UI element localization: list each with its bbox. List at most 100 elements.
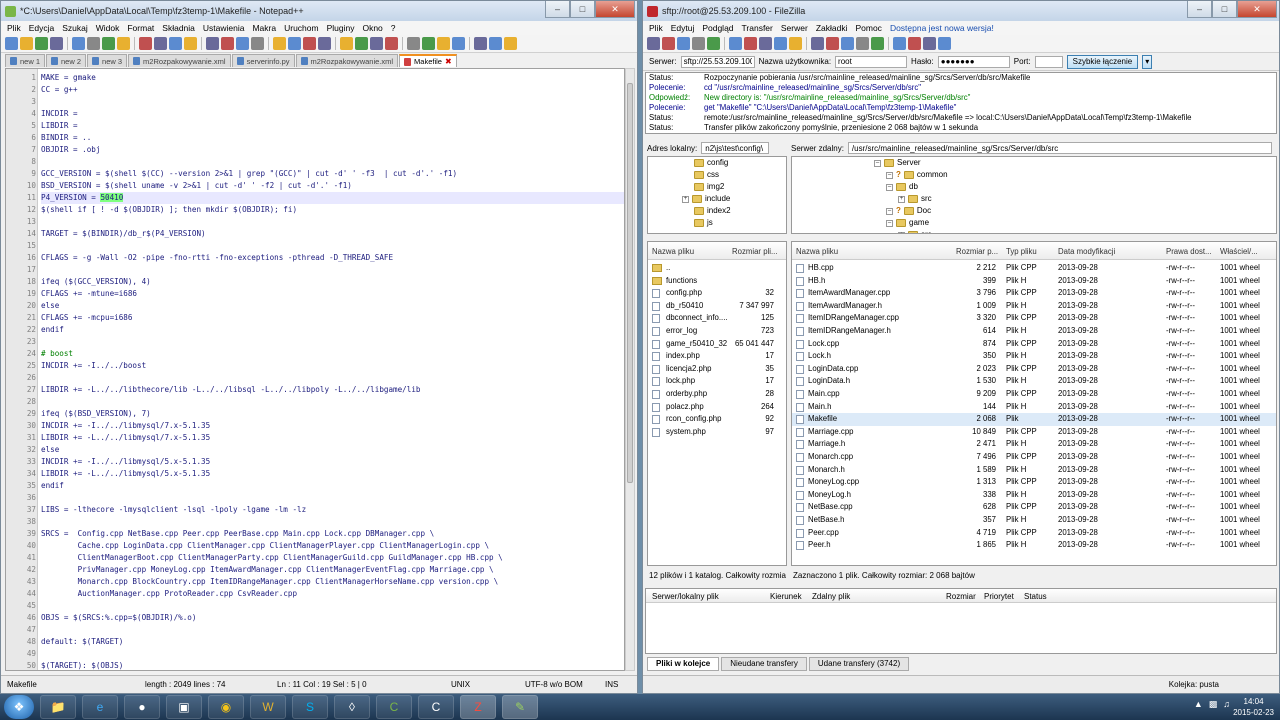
file-row[interactable]: Lock.cpp 874 Plik CPP 2013-09-28 -rw-r--r-- 1… bbox=[792, 338, 1276, 351]
transfer-queue[interactable]: Serwer/lokalny plik Kierunek Zdalny plik Ro… bbox=[645, 588, 1277, 654]
toolbar-button-icon[interactable] bbox=[908, 37, 921, 50]
tree-folder[interactable]: css bbox=[682, 169, 719, 181]
toolbar-button-icon[interactable] bbox=[236, 37, 249, 50]
code-line[interactable]: INCDIR += -I../../libmysql/7.x-5.1.35 bbox=[41, 420, 624, 432]
editor-vertical-scrollbar[interactable] bbox=[625, 68, 635, 671]
toolbar-button-icon[interactable] bbox=[789, 37, 802, 50]
file-row[interactable]: licencja2.php 35 bbox=[648, 363, 786, 376]
tree-folder[interactable]: –? common bbox=[886, 169, 948, 181]
file-row[interactable]: Lock.h 350 Plik H 2013-09-28 -rw-r--r-- 1001 … bbox=[792, 350, 1276, 363]
menu-item[interactable]: Zakładki bbox=[816, 23, 848, 33]
code-line[interactable]: Monarch.cpp BlockCountry.cpp ItemIDRange… bbox=[41, 576, 624, 588]
code-line[interactable] bbox=[41, 156, 624, 168]
code-line[interactable] bbox=[41, 600, 624, 612]
code-line[interactable]: INCDIR += -I../../libmysql/5.x-5.1.35 bbox=[41, 456, 624, 468]
toolbar-button-icon[interactable] bbox=[154, 37, 167, 50]
code-line[interactable]: CFLAGS += -mtune=i686 bbox=[41, 288, 624, 300]
toolbar-button-icon[interactable] bbox=[288, 37, 301, 50]
file-row[interactable]: db_r50410 7 347 997 bbox=[648, 300, 786, 313]
remote-file-list[interactable]: Nazwa pliku Rozmiar p... Typ pliku Data … bbox=[791, 241, 1277, 566]
tree-folder[interactable]: + src bbox=[898, 193, 932, 205]
col-filesize[interactable]: Rozmiar pli... bbox=[732, 247, 778, 256]
maximize-button[interactable]: □ bbox=[1212, 1, 1237, 18]
code-editor[interactable]: 1 2 3 4 5 6 7 8 9 10 11 12 13 14 15 16 17 18 19 20 21 22 23 24 2… bbox=[5, 68, 625, 671]
expand-icon[interactable]: – bbox=[886, 219, 893, 227]
code-line[interactable] bbox=[41, 240, 624, 252]
tree-folder[interactable]: config bbox=[682, 157, 728, 169]
code-line[interactable]: P4_VERSION = 50410 bbox=[41, 192, 624, 204]
tree-folder[interactable]: – db bbox=[886, 181, 918, 193]
queue-column[interactable]: Rozmiar bbox=[946, 592, 976, 601]
menu-item[interactable]: Pomoc bbox=[855, 23, 881, 33]
file-row[interactable]: lock.php 17 bbox=[648, 375, 786, 388]
col-filesize[interactable]: Rozmiar p... bbox=[956, 247, 998, 256]
code-line[interactable]: BINDIR = .. bbox=[41, 132, 624, 144]
toolbar-button-icon[interactable] bbox=[35, 37, 48, 50]
tree-folder[interactable]: –? Doc bbox=[886, 205, 931, 217]
notepadpp-taskbar-icon[interactable]: ✎ bbox=[502, 695, 538, 719]
message-log[interactable]: Status: Rozpoczynanie pobierania /usr/src… bbox=[645, 72, 1277, 134]
toolbar-button-icon[interactable] bbox=[184, 37, 197, 50]
expand-icon[interactable]: – bbox=[874, 159, 881, 167]
tree-folder[interactable]: img2 bbox=[682, 181, 724, 193]
file-row[interactable]: ItemIDRangeManager.h 614 Plik H 2013-09-28 -… bbox=[792, 325, 1276, 338]
toolbar-button-icon[interactable] bbox=[707, 37, 720, 50]
code-line[interactable] bbox=[41, 372, 624, 384]
code-line[interactable]: INCDIR += -I../../boost bbox=[41, 360, 624, 372]
code-line[interactable]: endif bbox=[41, 480, 624, 492]
file-row[interactable]: ItemAwardManager.h 1 009 Plik H 2013-09-28 -… bbox=[792, 300, 1276, 313]
toolbar-button-icon[interactable] bbox=[221, 37, 234, 50]
menu-item[interactable]: ? bbox=[391, 23, 396, 33]
code-line[interactable]: endif bbox=[41, 324, 624, 336]
col-filetype[interactable]: Typ pliku bbox=[1006, 247, 1037, 256]
code-line[interactable] bbox=[41, 624, 624, 636]
code-line[interactable]: ifeq ($(BSD_VERSION), 7) bbox=[41, 408, 624, 420]
minimize-button[interactable]: – bbox=[1187, 1, 1212, 18]
toolbar-button-icon[interactable] bbox=[370, 37, 383, 50]
file-row[interactable]: config.php 32 bbox=[648, 287, 786, 300]
file-row[interactable]: error_log 723 bbox=[648, 325, 786, 338]
file-row[interactable]: HB.cpp 2 212 Plik CPP 2013-09-28 -rw-r--r-- 1… bbox=[792, 262, 1276, 275]
toolbar-button-icon[interactable] bbox=[647, 37, 660, 50]
toolbar-button-icon[interactable] bbox=[811, 37, 824, 50]
toolbar-button-icon[interactable] bbox=[677, 37, 690, 50]
toolbar-button-icon[interactable] bbox=[826, 37, 839, 50]
notepad-titlebar[interactable]: *C:\Users\Daniel\AppData\Local\Temp\fz3t… bbox=[1, 1, 637, 21]
code-line[interactable]: default: $(TARGET) bbox=[41, 636, 624, 648]
start-button[interactable]: ❖ bbox=[4, 695, 34, 719]
file-tab[interactable]: m2Rozpakowywanie.xml bbox=[128, 54, 231, 67]
code-line[interactable]: SRCS = Config.cpp NetBase.cpp Peer.cpp P… bbox=[41, 528, 624, 540]
code-line[interactable]: LIBDIR += -L../../libmysql/7.x-5.1.35 bbox=[41, 432, 624, 444]
close-button[interactable]: ✕ bbox=[595, 1, 635, 18]
game-app-icon[interactable]: W bbox=[250, 695, 286, 719]
toolbar-button-icon[interactable] bbox=[5, 37, 18, 50]
file-row[interactable]: Monarch.cpp 7 496 Plik CPP 2013-09-28 -rw-r-… bbox=[792, 451, 1276, 464]
file-row[interactable]: Marriage.h 2 471 Plik H 2013-09-28 -rw-r--r-… bbox=[792, 438, 1276, 451]
file-row[interactable]: orderby.php 28 bbox=[648, 388, 786, 401]
file-row[interactable]: .. bbox=[648, 262, 786, 275]
menu-item[interactable]: Plik bbox=[7, 23, 21, 33]
tree-folder[interactable]: index2 bbox=[682, 205, 731, 217]
system-clock[interactable]: 14:04 2015-02-23 bbox=[1233, 696, 1274, 718]
file-row[interactable]: Main.cpp 9 209 Plik CPP 2013-09-28 -rw-r--r-… bbox=[792, 388, 1276, 401]
file-tab[interactable]: new 2 bbox=[46, 54, 87, 67]
file-row[interactable]: LoginData.h 1 530 Plik H 2013-09-28 -rw-r--r… bbox=[792, 375, 1276, 388]
code-line[interactable]: CFLAGS += -mcpu=i686 bbox=[41, 312, 624, 324]
toolbar-button-icon[interactable] bbox=[407, 37, 420, 50]
queue-tab[interactable]: Nieudane transfery bbox=[721, 657, 807, 671]
close-tab-icon[interactable]: ✖ bbox=[445, 57, 452, 66]
menu-item[interactable]: Podgląd bbox=[702, 23, 733, 33]
file-row[interactable]: game_r50410_32 65 041 447 bbox=[648, 338, 786, 351]
col-filename[interactable]: Nazwa pliku bbox=[652, 247, 694, 256]
code-line[interactable]: BSD_VERSION = $(shell uname -v 2>&1 | cu… bbox=[41, 180, 624, 192]
toolbar-button-icon[interactable] bbox=[102, 37, 115, 50]
code-line[interactable] bbox=[41, 396, 624, 408]
menu-item[interactable]: Transfer bbox=[742, 23, 773, 33]
menu-item[interactable]: Szukaj bbox=[62, 23, 88, 33]
file-tab[interactable]: new 3 bbox=[87, 54, 128, 67]
toolbar-button-icon[interactable] bbox=[692, 37, 705, 50]
file-row[interactable]: ItemAwardManager.cpp 3 796 Plik CPP 2013-09… bbox=[792, 287, 1276, 300]
toolbar-button-icon[interactable] bbox=[117, 37, 130, 50]
toolbar-button-icon[interactable] bbox=[169, 37, 182, 50]
file-row[interactable]: system.php 97 bbox=[648, 426, 786, 439]
